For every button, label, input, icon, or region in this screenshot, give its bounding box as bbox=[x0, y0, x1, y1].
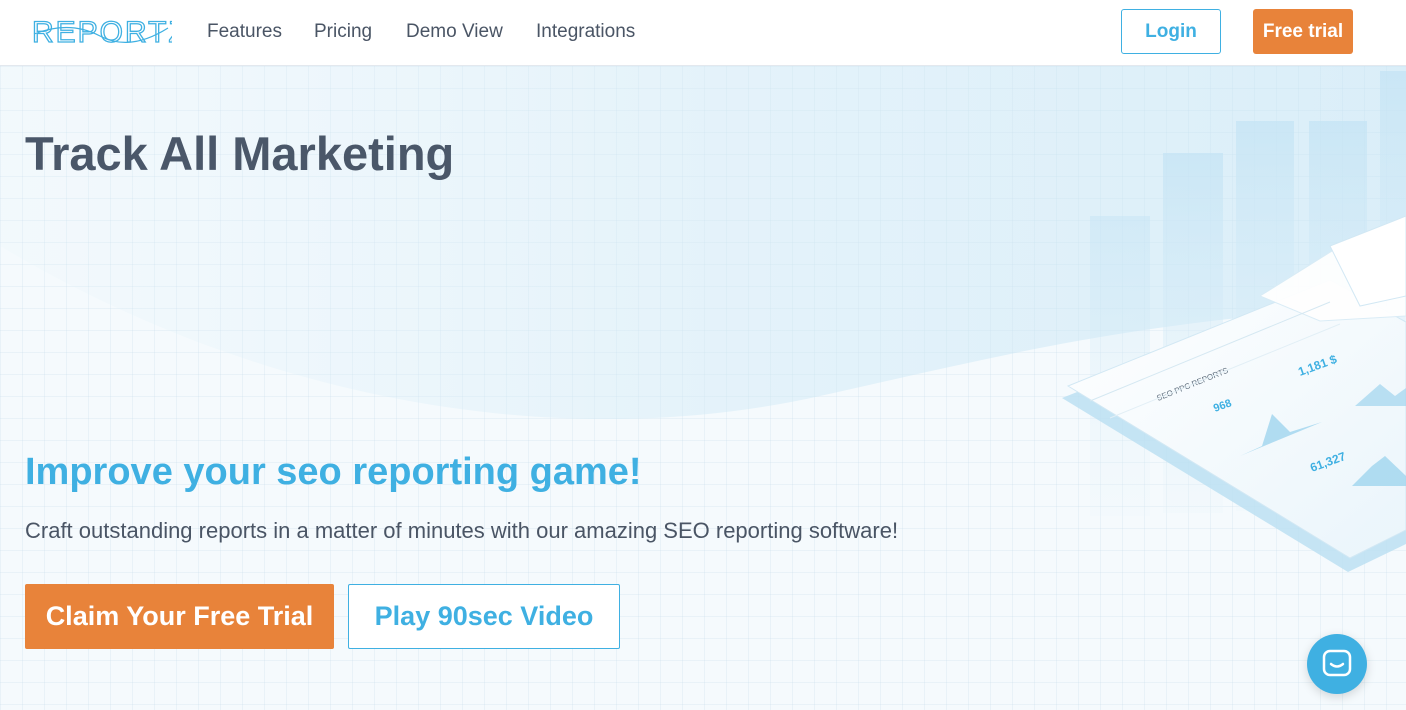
chat-launcher-button[interactable] bbox=[1307, 634, 1367, 694]
nav-link-features[interactable]: Features bbox=[207, 21, 282, 43]
login-button[interactable]: Login bbox=[1121, 9, 1221, 54]
play-video-button[interactable]: Play 90sec Video bbox=[348, 584, 620, 649]
nav-link-pricing[interactable]: Pricing bbox=[314, 21, 372, 43]
hero-section: SEO PPC REPORTS 968 1,181 $ 61,327 Track… bbox=[0, 66, 1406, 710]
claim-free-trial-button[interactable]: Claim Your Free Trial bbox=[25, 584, 334, 649]
hero-title: Track All Marketing bbox=[25, 127, 455, 180]
chat-bubble-icon bbox=[1322, 649, 1352, 677]
reportz-logo[interactable]: REPORTZ bbox=[30, 14, 172, 50]
hero-subtitle: Improve your seo reporting game! bbox=[25, 451, 642, 493]
svg-text:REPORTZ: REPORTZ bbox=[32, 16, 172, 49]
top-navbar: REPORTZ Features Pricing Demo View Integ… bbox=[0, 0, 1406, 66]
free-trial-button[interactable]: Free trial bbox=[1253, 9, 1353, 54]
reportz-logo-icon: REPORTZ bbox=[31, 15, 172, 49]
nav-link-demo-view[interactable]: Demo View bbox=[406, 21, 503, 43]
hero-description: Craft outstanding reports in a matter of… bbox=[25, 518, 899, 543]
nav-link-integrations[interactable]: Integrations bbox=[536, 21, 635, 43]
